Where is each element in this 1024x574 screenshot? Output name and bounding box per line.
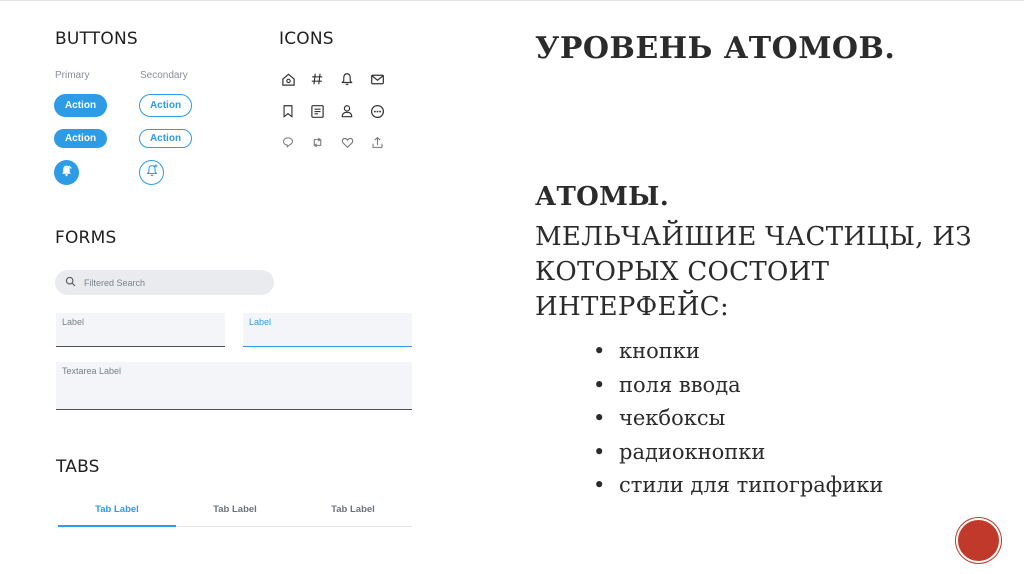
search-icon — [65, 274, 76, 292]
textarea-label: Textarea Label — [62, 366, 122, 376]
list-item: стили для типографики — [593, 469, 883, 503]
tab-1[interactable]: Tab Label — [58, 504, 176, 515]
primary-icon-button[interactable] — [54, 160, 79, 185]
list-item: радиокнопки — [593, 436, 883, 470]
decorative-circle — [958, 520, 999, 561]
bell-plus-icon — [145, 163, 159, 182]
atoms-list: кнопки поля ввода чекбоксы радиокнопки с… — [593, 335, 883, 503]
home-icon[interactable] — [280, 71, 296, 87]
list-item: поля ввода — [593, 369, 883, 403]
user-icon[interactable] — [339, 103, 355, 119]
search-placeholder: Filtered Search — [84, 277, 146, 288]
textarea-field[interactable]: Textarea Label — [56, 362, 412, 410]
search-input[interactable]: Filtered Search — [55, 270, 274, 295]
textarea-underline — [56, 409, 412, 410]
primary-action-button[interactable]: Action — [54, 94, 107, 117]
tabs-section-title: TABS — [56, 457, 100, 477]
hashtag-icon[interactable] — [309, 71, 325, 87]
secondary-icon-button[interactable] — [139, 160, 164, 185]
tab-2[interactable]: Tab Label — [176, 504, 294, 515]
primary-action-small-button[interactable]: Action — [54, 129, 107, 148]
share-icon[interactable] — [369, 134, 385, 150]
secondary-action-small-button[interactable]: Action — [139, 129, 192, 148]
heart-icon[interactable] — [339, 134, 355, 150]
field-underline-active — [243, 346, 412, 347]
retweet-icon[interactable] — [309, 134, 325, 150]
list-item: чекбоксы — [593, 402, 883, 436]
mail-icon[interactable] — [369, 71, 385, 87]
comment-icon[interactable] — [280, 134, 296, 150]
icons-section-title: ICONS — [279, 29, 334, 49]
atoms-heading: АТОМЫ. — [535, 182, 670, 212]
list-icon[interactable] — [309, 103, 325, 119]
label-text-field[interactable]: Label — [56, 313, 225, 347]
buttons-section-title: BUTTONS — [55, 29, 138, 49]
atoms-definition: МЕЛЬЧАЙШИЕ ЧАСТИЦЫ, ИЗ КОТОРЫХ СОСТОИТ И… — [535, 222, 972, 322]
slide-title: УРОВЕНЬ АТОМОВ. — [535, 31, 896, 66]
label-text-field-active[interactable]: Label — [243, 313, 412, 347]
secondary-label: Secondary — [140, 70, 188, 81]
primary-label: Primary — [55, 70, 90, 81]
forms-section-title: FORMS — [55, 228, 117, 248]
active-tab-indicator — [58, 525, 176, 527]
top-divider — [0, 0, 1024, 1]
field-label-active: Label — [249, 317, 272, 327]
bell-icon[interactable] — [339, 71, 355, 87]
secondary-action-button[interactable]: Action — [139, 94, 192, 117]
bell-icon — [60, 164, 73, 182]
more-icon[interactable] — [369, 103, 385, 119]
list-item: кнопки — [593, 335, 883, 369]
field-underline — [56, 346, 225, 347]
field-label: Label — [62, 317, 85, 327]
bookmark-icon[interactable] — [280, 103, 296, 119]
tab-3[interactable]: Tab Label — [294, 504, 412, 515]
